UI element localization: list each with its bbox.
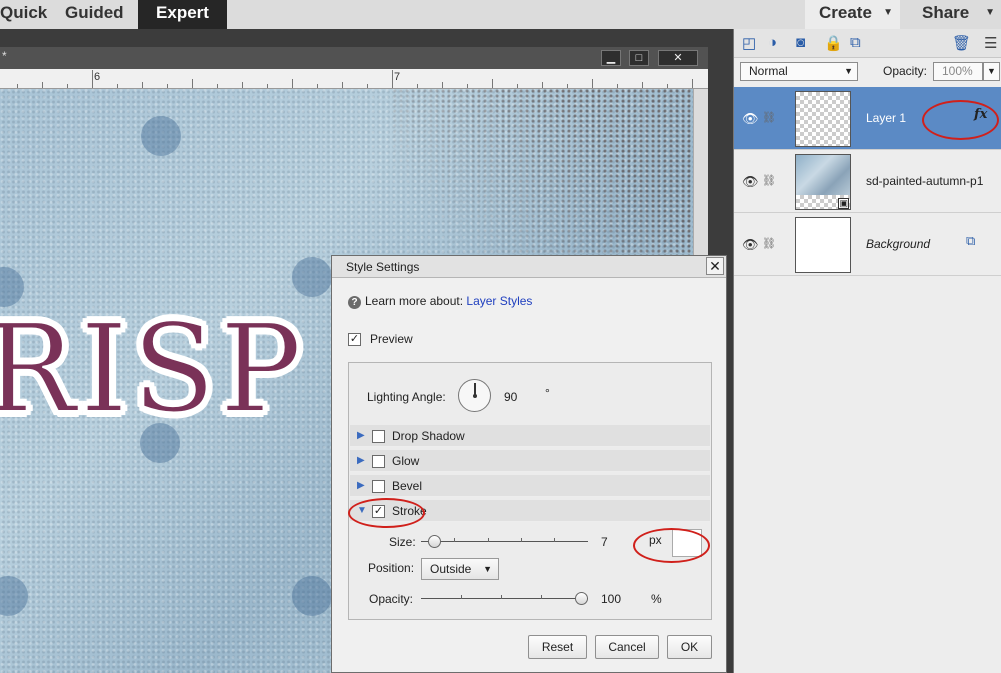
layer-mask-icon[interactable]: ◙ — [796, 34, 805, 51]
adjustment-layer-icon[interactable]: ◑ — [768, 34, 777, 51]
visibility-eye-icon[interactable]: 👁 — [742, 174, 759, 190]
visibility-eye-icon[interactable]: 👁 — [742, 111, 759, 127]
link-icon[interactable]: ⛓ — [762, 237, 776, 250]
ruler-label-7: 7 — [394, 71, 401, 83]
document-title: * — [2, 49, 7, 63]
annotation-oval-size — [633, 528, 710, 563]
stroke-opacity-label: Opacity: — [369, 592, 414, 606]
link-icon[interactable]: ⛓ — [762, 111, 776, 124]
layer-thumbnail — [795, 217, 851, 273]
share-button[interactable]: Share ▼ — [908, 0, 1001, 29]
drop-shadow-checkbox[interactable] — [372, 430, 385, 443]
panel-menu-icon[interactable]: ☰ — [984, 34, 997, 52]
layer-opacity-dropdown[interactable]: ▼ — [983, 62, 1000, 81]
close-button[interactable]: ✕ — [658, 50, 698, 66]
section-drop-shadow[interactable]: ▶ Drop Shadow — [350, 425, 710, 447]
lock-icon[interactable]: ⧉ — [966, 233, 975, 249]
stroke-opacity-value[interactable]: 100 — [601, 592, 621, 606]
layers-panel: ◰ ◑ ◙ 🔒 ⧉ 🗑 ☰ Normal ▼ Opacity: 100% ▼ 👁… — [733, 29, 1001, 673]
cancel-button[interactable]: Cancel — [595, 635, 659, 659]
ruler-label-6: 6 — [94, 71, 101, 83]
minimize-button[interactable]: ▁ — [601, 50, 621, 66]
style-settings-dialog: Style Settings ✕ ? Learn more about: Laye… — [331, 255, 727, 673]
lock-all-icon[interactable]: 🔒 — [824, 34, 843, 52]
section-bevel[interactable]: ▶ Bevel — [350, 475, 710, 497]
visibility-eye-icon[interactable]: 👁 — [742, 237, 759, 253]
layer-styles-link[interactable]: Layer Styles — [466, 294, 532, 308]
preview-label: Preview — [370, 332, 413, 346]
maximize-button[interactable]: □ — [629, 50, 649, 66]
degree-symbol: ° — [545, 386, 550, 400]
expand-triangle-icon[interactable]: ▶ — [357, 430, 365, 441]
help-icon: ? — [348, 296, 361, 309]
section-label: Bevel — [392, 479, 423, 493]
share-dropdown-icon: ▼ — [985, 7, 995, 18]
preview-checkbox[interactable]: ✓ — [348, 333, 361, 346]
learn-more-label: Learn more about: — [365, 294, 464, 308]
polka-dot — [0, 576, 28, 616]
layer-name[interactable]: Background — [866, 237, 930, 251]
annotation-oval-stroke — [348, 498, 425, 528]
grunge-texture — [393, 89, 693, 259]
style-options-panel: Lighting Angle: 90 ° ▶ Drop Shadow ▶ Glo… — [348, 362, 712, 620]
size-slider-track[interactable] — [421, 541, 588, 542]
polka-dot — [141, 116, 181, 156]
layer-row-sd-painted-autumn[interactable]: 👁 ⛓ ▣ sd-painted-autumn-p1 — [734, 150, 1001, 213]
chevron-down-icon: ▼ — [483, 564, 492, 574]
mode-tab-expert[interactable]: Expert — [138, 0, 227, 29]
layer-opacity-label: Opacity: — [883, 64, 928, 78]
lock-transparent-icon[interactable]: ⧉ — [850, 34, 861, 51]
position-label: Position: — [368, 561, 415, 575]
section-label: Glow — [392, 454, 420, 468]
share-label: Share — [922, 3, 970, 22]
layers-toolbar: ◰ ◑ ◙ 🔒 ⧉ 🗑 ☰ — [734, 29, 1001, 58]
layer-row-background[interactable]: 👁 ⛓ Background ⧉ — [734, 213, 1001, 276]
annotation-oval-fx — [922, 100, 999, 140]
size-label: Size: — [389, 535, 416, 549]
position-value: Outside — [430, 562, 472, 576]
expand-triangle-icon[interactable]: ▶ — [357, 455, 365, 466]
create-label: Create — [819, 3, 872, 22]
opacity-slider-knob[interactable] — [575, 592, 588, 605]
lighting-angle-dial[interactable] — [458, 379, 491, 412]
polka-dot — [292, 576, 332, 616]
mode-tab-guided[interactable]: Guided — [51, 0, 138, 29]
new-layer-icon[interactable]: ◰ — [742, 34, 756, 52]
position-select[interactable]: Outside ▼ — [421, 558, 499, 580]
dialog-title: Style Settings — [346, 260, 420, 274]
section-glow[interactable]: ▶ Glow — [350, 450, 710, 472]
mode-bar: Quick Guided Expert Create ▼ Share ▼ — [0, 0, 1001, 29]
blend-mode-value: Normal — [749, 64, 788, 78]
smart-object-icon: ▣ — [838, 198, 849, 209]
bevel-checkbox[interactable] — [372, 480, 385, 493]
link-icon[interactable]: ⛓ — [762, 174, 776, 187]
size-value[interactable]: 7 — [601, 535, 608, 549]
document-titlebar[interactable]: * ▁ □ ✕ — [0, 47, 708, 69]
learn-more: ? Learn more about: Layer Styles — [348, 294, 532, 309]
lighting-angle-value[interactable]: 90 — [504, 390, 517, 404]
blend-mode-select[interactable]: Normal ▼ — [740, 62, 858, 81]
ok-button[interactable]: OK — [667, 635, 712, 659]
section-label: Drop Shadow — [392, 429, 465, 443]
polka-dot — [292, 257, 332, 297]
layer-thumbnail: ▣ — [795, 154, 851, 210]
delete-layer-icon[interactable]: 🗑 — [952, 34, 971, 52]
horizontal-ruler: 6 7 — [0, 69, 708, 89]
dialog-close-button[interactable]: ✕ — [706, 257, 724, 275]
expand-triangle-icon[interactable]: ▶ — [357, 480, 365, 491]
layer-opacity-input[interactable]: 100% — [933, 62, 983, 81]
opacity-slider-track[interactable] — [421, 598, 588, 599]
dialog-titlebar[interactable]: Style Settings ✕ — [332, 256, 726, 278]
chevron-down-icon: ▼ — [844, 66, 853, 76]
lighting-angle-label: Lighting Angle: — [367, 390, 446, 404]
create-dropdown-icon: ▼ — [883, 7, 893, 18]
layer-name[interactable]: Layer 1 — [866, 111, 906, 125]
layer-thumbnail — [795, 91, 851, 147]
reset-button[interactable]: Reset — [528, 635, 587, 659]
percent-symbol: % — [651, 592, 662, 606]
create-button[interactable]: Create ▼ — [805, 0, 900, 29]
glow-checkbox[interactable] — [372, 455, 385, 468]
layer-name[interactable]: sd-painted-autumn-p1 — [866, 174, 983, 188]
size-slider-knob[interactable] — [428, 535, 441, 548]
